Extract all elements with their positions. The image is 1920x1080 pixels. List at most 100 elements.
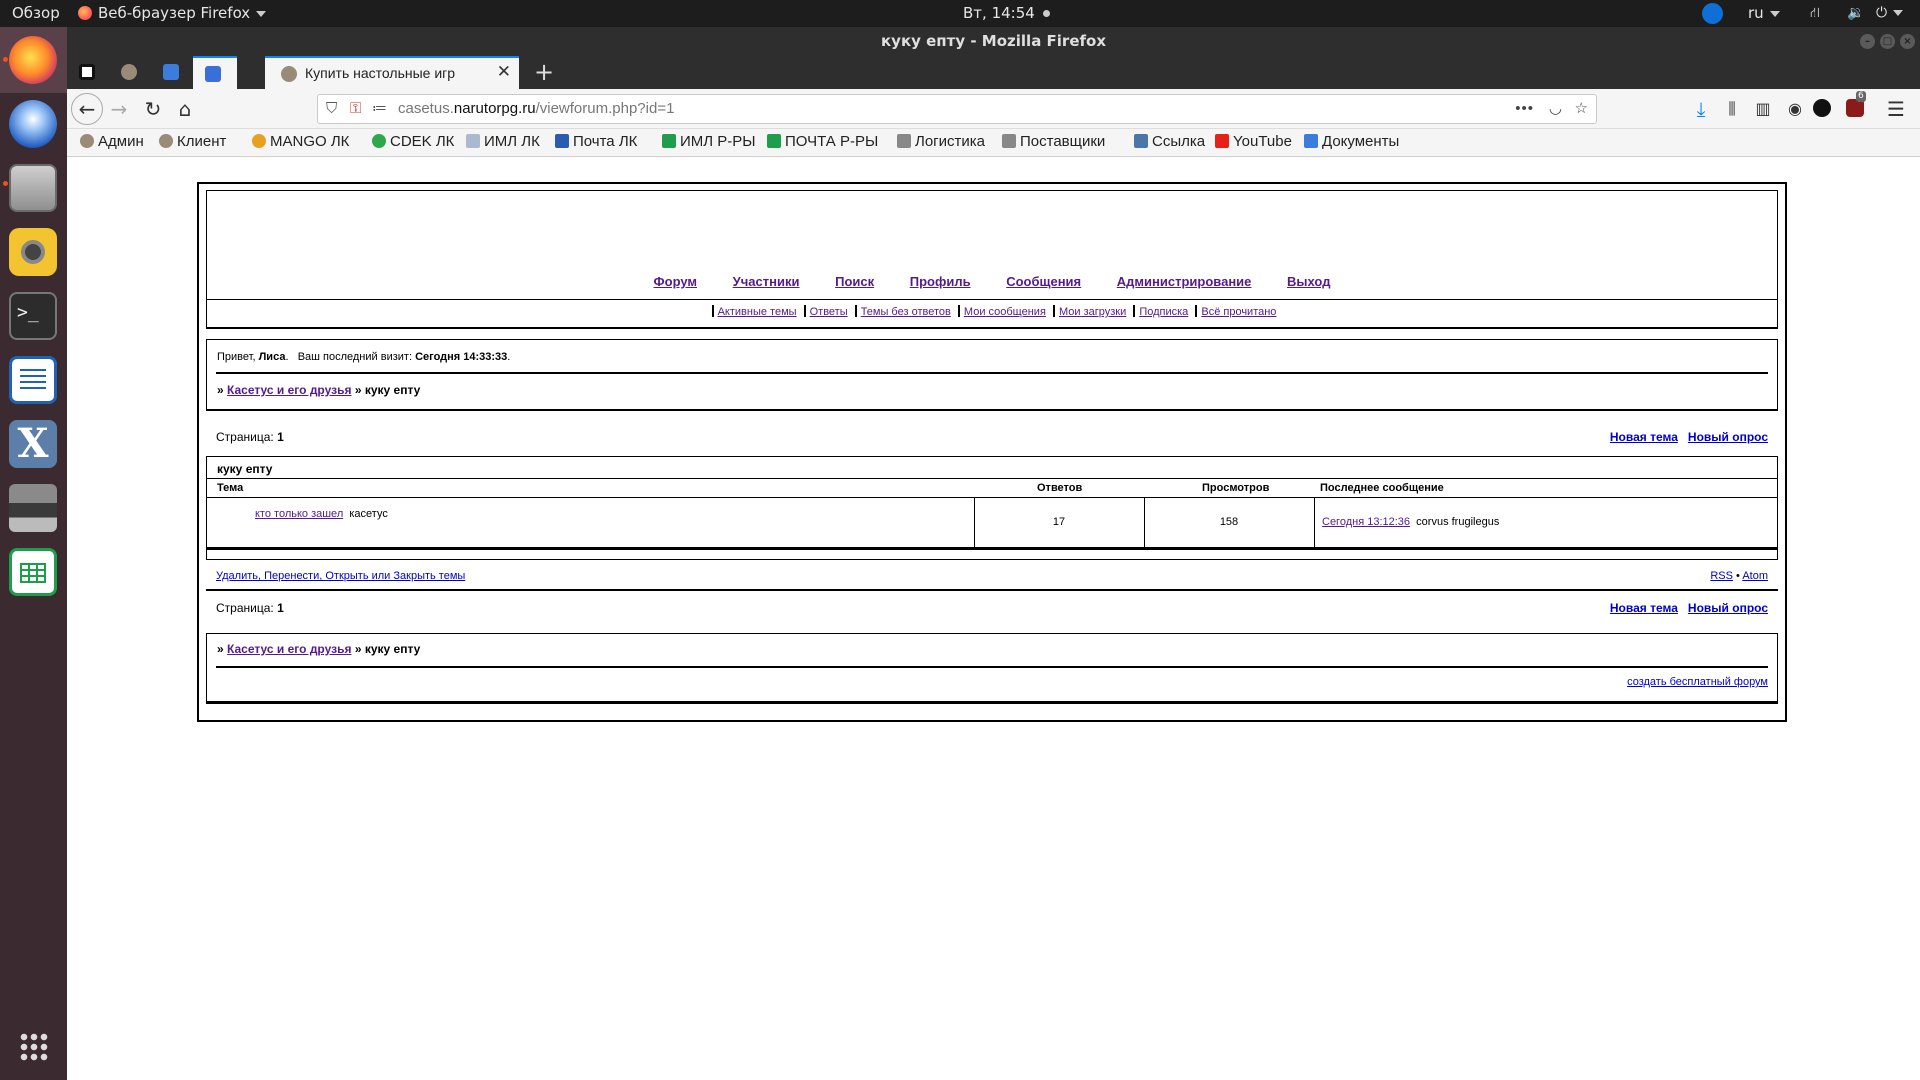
- breadcrumb-forum-link[interactable]: Касетус и его друзья: [227, 383, 351, 397]
- breadcrumb-forum-link[interactable]: Касетус и его друзья: [227, 642, 351, 656]
- subnav-my-uploads[interactable]: Мои загрузки: [1059, 306, 1126, 318]
- subnav-mark-read[interactable]: Всё прочитано: [1201, 306, 1276, 318]
- tab-bar: Купить настольные игр ✕ +: [67, 56, 1920, 89]
- bookmark-item[interactable]: Админ: [80, 133, 144, 150]
- topic-link[interactable]: кто только зашел: [255, 508, 343, 520]
- app-menu[interactable]: Веб-браузер Firefox: [78, 0, 267, 27]
- bookmark-item[interactable]: YouTube: [1215, 133, 1292, 150]
- subnav-active-topics[interactable]: Активные темы: [718, 306, 797, 318]
- last-post-link[interactable]: Сегодня 13:12:36: [1322, 516, 1410, 528]
- insecure-lock-icon[interactable]: ⚿: [350, 95, 361, 123]
- rhythmbox-icon[interactable]: [9, 228, 57, 276]
- new-topic-link[interactable]: Новая тема: [1610, 601, 1678, 615]
- bookmark-item[interactable]: ИМЛ Р-РЫ: [662, 133, 756, 150]
- network-icon[interactable]: ⛙: [1810, 0, 1820, 27]
- minimize-button[interactable]: –: [1860, 34, 1875, 49]
- nav-users[interactable]: Участники: [733, 274, 800, 289]
- subnav-unanswered[interactable]: Темы без ответов: [861, 306, 951, 318]
- xorg-icon[interactable]: X: [9, 420, 57, 468]
- subnav-my-posts[interactable]: Мои сообщения: [964, 306, 1046, 318]
- permissions-icon[interactable]: ≔: [372, 95, 387, 123]
- bookmark-item[interactable]: Поставщики: [1002, 133, 1105, 150]
- library-icon[interactable]: ⫼: [1718, 95, 1746, 123]
- nav-search[interactable]: Поиск: [835, 274, 874, 289]
- maximize-button[interactable]: □: [1880, 34, 1895, 49]
- new-poll-link[interactable]: Новый опрос: [1688, 430, 1768, 444]
- bookmark-item[interactable]: Документы: [1304, 133, 1399, 150]
- nav-messages[interactable]: Сообщения: [1006, 274, 1081, 289]
- bookmark-item[interactable]: Ссылка: [1134, 133, 1205, 150]
- nav-logout[interactable]: Выход: [1287, 274, 1330, 289]
- extension-icon[interactable]: [1813, 99, 1831, 117]
- moderation-link[interactable]: Удалить, Перенести, Открыть или Закрыть …: [216, 570, 465, 582]
- home-button[interactable]: ⌂: [171, 95, 199, 123]
- url-bar[interactable]: ⛉ ⚿ ≔ casetus.narutorpg.ru/viewforum.php…: [317, 94, 1597, 124]
- bookmark-item[interactable]: Логистика: [897, 133, 985, 150]
- close-tab-icon[interactable]: ✕: [497, 62, 511, 82]
- page-actions-icon[interactable]: •••: [1515, 95, 1534, 123]
- bookmark-item[interactable]: Клиент: [159, 133, 226, 150]
- pinned-tab-3[interactable]: [151, 56, 191, 89]
- tracking-shield-icon[interactable]: ⛉: [326, 95, 337, 123]
- page-label: Страница:: [216, 601, 274, 615]
- reload-button[interactable]: ↻: [139, 95, 167, 123]
- pinned-tab-2[interactable]: [109, 56, 149, 89]
- tab-title: Купить настольные игр: [305, 65, 456, 81]
- pocket-icon[interactable]: ◡: [1549, 95, 1562, 123]
- scanner-icon[interactable]: [9, 484, 57, 532]
- nav-admin[interactable]: Администрирование: [1117, 274, 1252, 289]
- atom-link[interactable]: Atom: [1742, 570, 1768, 582]
- user-name[interactable]: Лиса: [259, 351, 286, 363]
- footer-breadcrumb: » Касетус и его друзья » куку епту: [217, 642, 420, 656]
- sidebar-icon[interactable]: ▥: [1749, 95, 1777, 123]
- welcome-box: Привет, Лиса. Ваш последний визит: Сегод…: [206, 339, 1778, 411]
- bookmark-item[interactable]: Почта ЛК: [555, 133, 637, 150]
- header-bottom-border: [206, 327, 1778, 329]
- writer-icon[interactable]: [9, 356, 57, 404]
- bookmark-item[interactable]: CDEK ЛК: [372, 133, 454, 150]
- downloads-icon[interactable]: ⤓: [1687, 95, 1715, 123]
- close-window-button[interactable]: ×: [1900, 34, 1915, 49]
- bookmark-item[interactable]: ИМЛ ЛК: [466, 133, 540, 150]
- bookmark-item[interactable]: MANGO ЛК: [252, 133, 349, 150]
- bookmark-item[interactable]: ПОЧТА Р-РЫ: [767, 133, 878, 150]
- breadcrumb: » Касетус и его друзья » куку епту: [217, 383, 420, 397]
- last-post-cell: Сегодня 13:12:36 corvus frugilegus: [1322, 516, 1499, 528]
- thunderbird-icon[interactable]: [9, 100, 57, 148]
- subnav-subscriptions[interactable]: Подписка: [1139, 306, 1188, 318]
- forward-button[interactable]: →: [105, 95, 133, 123]
- terminal-icon[interactable]: >_: [9, 292, 57, 340]
- ublock-icon[interactable]: 6: [1846, 91, 1866, 117]
- teamviewer-icon[interactable]: [1702, 3, 1723, 24]
- nav-profile[interactable]: Профиль: [910, 274, 971, 289]
- bookmark-star-icon[interactable]: ☆: [1575, 95, 1588, 123]
- activities-button[interactable]: Обзор: [12, 0, 60, 27]
- breadcrumb-sep: »: [354, 642, 362, 656]
- nav-forum[interactable]: Форум: [654, 274, 697, 289]
- calc-icon[interactable]: [9, 548, 57, 596]
- navigation-toolbar: ← → ↻ ⌂ ⛉ ⚿ ≔ casetus.narutorpg.ru/viewf…: [67, 89, 1920, 129]
- new-poll-link[interactable]: Новый опрос: [1688, 601, 1768, 615]
- views-cell: 158: [1219, 516, 1239, 528]
- account-icon[interactable]: ◉: [1781, 95, 1809, 123]
- language-indicator[interactable]: ru: [1748, 0, 1780, 27]
- clock[interactable]: Вт, 14:54: [963, 0, 1050, 27]
- new-tab-button[interactable]: +: [534, 58, 554, 86]
- subnav-replies[interactable]: Ответы: [810, 306, 848, 318]
- rss-link[interactable]: RSS: [1710, 570, 1733, 582]
- power-menu[interactable]: ⏻: [1876, 0, 1904, 27]
- pinned-tab-1[interactable]: [67, 56, 107, 89]
- url-text[interactable]: casetus.narutorpg.ru/viewforum.php?id=1: [398, 95, 674, 123]
- volume-icon[interactable]: 🔉: [1847, 0, 1864, 27]
- running-indicator: [3, 57, 8, 62]
- pinned-tab-4[interactable]: [193, 56, 237, 89]
- new-topic-link[interactable]: Новая тема: [1610, 430, 1678, 444]
- show-apps-icon[interactable]: [19, 1032, 49, 1062]
- firefox-icon[interactable]: [9, 36, 57, 84]
- create-forum-link[interactable]: создать бесплатный форум: [1627, 676, 1768, 688]
- tab-active[interactable]: Купить настольные игр ✕: [265, 56, 519, 89]
- menu-icon[interactable]: ☰: [1882, 95, 1910, 123]
- files-icon[interactable]: [9, 164, 57, 212]
- back-button[interactable]: ←: [71, 93, 103, 125]
- folder-icon: [1002, 134, 1016, 148]
